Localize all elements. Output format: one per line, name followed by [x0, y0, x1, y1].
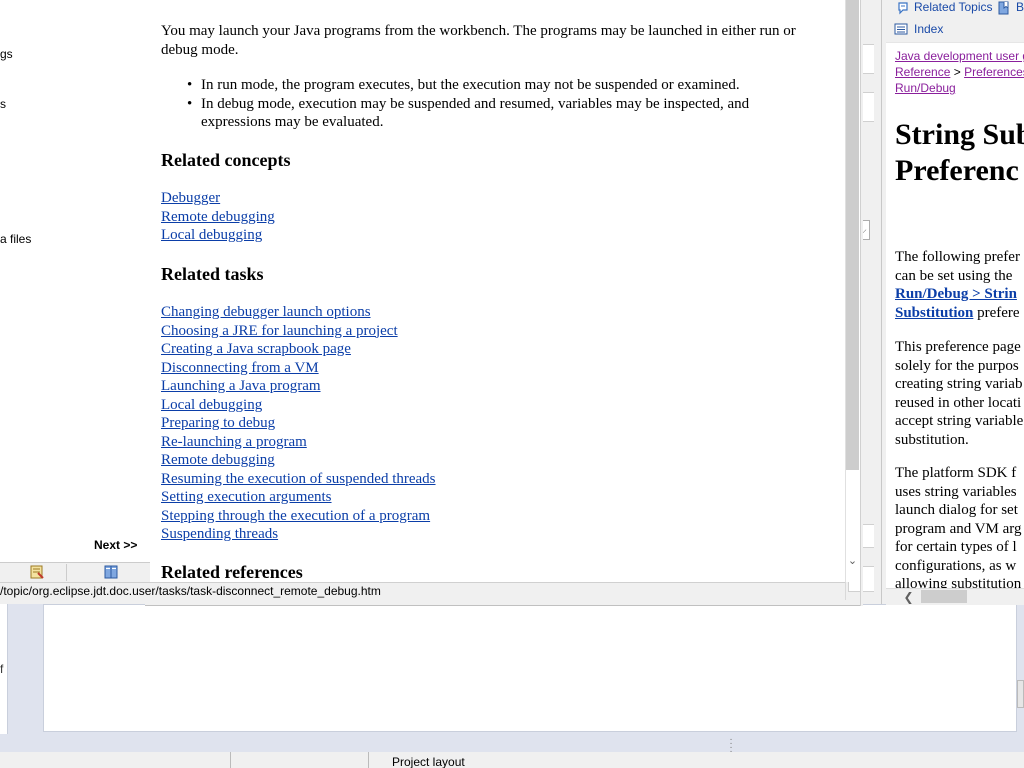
related-references-heading: Related references — [161, 562, 303, 582]
intro-paragraph: You may launch your Java programs from t… — [161, 23, 796, 58]
breadcrumb-link[interactable]: Java development user g — [895, 49, 1024, 63]
scroll-down-icon[interactable]: ⌄ — [845, 551, 860, 569]
window-edge — [860, 0, 863, 606]
paragraph-text: prefere — [977, 304, 1020, 321]
toc-item[interactable]: s — [0, 97, 6, 111]
related-concept-link[interactable]: Remote debugging — [161, 209, 275, 225]
related-task-link[interactable]: Remote debugging — [161, 452, 275, 468]
related-task-link[interactable]: Re-launching a program — [161, 434, 307, 450]
background-status-bar — [0, 752, 1024, 768]
content-scroll-thumb[interactable] — [846, 0, 859, 470]
breadcrumb-link[interactable]: Run/Debug — [895, 81, 956, 95]
breadcrumb-link[interactable]: Reference — [895, 65, 950, 79]
toc-item[interactable]: a files — [0, 232, 31, 246]
toc-item[interactable]: gs — [0, 47, 13, 61]
related-task-link[interactable]: Suspending threads — [161, 526, 278, 542]
paragraph-text: can be set using the — [895, 267, 1013, 284]
related-task-link[interactable]: Changing debugger launch options — [161, 304, 371, 320]
background-editor — [43, 604, 1017, 732]
related-topics-icon[interactable] — [896, 1, 910, 15]
background-separator — [230, 752, 231, 768]
related-task-link[interactable]: Launching a Java program — [161, 378, 321, 394]
related-task-link[interactable]: Preparing to debug — [161, 415, 275, 431]
help-view-hscroll-thumb[interactable] — [921, 590, 967, 603]
list-item: In debug mode, execution may be suspende… — [181, 95, 821, 132]
related-task-link[interactable]: Resuming the execution of suspended thre… — [161, 471, 436, 487]
index-icon[interactable] — [894, 22, 908, 36]
background-scroll-edge — [1017, 680, 1024, 708]
help-content-pane: You may launch your Java programs from t… — [150, 0, 845, 582]
background-label: f — [0, 662, 4, 676]
help-paragraph: The platform SDK f uses string variables… — [895, 465, 1022, 588]
related-task-link[interactable]: Stepping through the execution of a prog… — [161, 508, 430, 524]
related-task-link[interactable]: Disconnecting from a VM — [161, 360, 319, 376]
search-results-icon[interactable] — [28, 564, 46, 580]
breadcrumb-separator: > — [953, 65, 961, 79]
background-separator — [368, 752, 369, 768]
list-item: In run mode, the program executes, but t… — [181, 76, 821, 95]
related-concept-link[interactable]: Debugger — [161, 190, 220, 206]
index-tab[interactable]: Index — [914, 22, 943, 36]
related-tasks-heading: Related tasks — [161, 264, 264, 284]
related-concepts-list: Debugger Remote debugging Local debuggin… — [161, 189, 275, 245]
related-concepts-heading: Related concepts — [161, 150, 291, 170]
breadcrumb: Java development user g Reference > Pref… — [895, 48, 1024, 96]
bookmarks-tab[interactable]: B — [1016, 0, 1024, 14]
toc-pane: gs s a files Next >> — [0, 0, 150, 562]
related-task-link[interactable]: Choosing a JRE for launching a project — [161, 323, 398, 339]
related-topics-tab[interactable]: Related Topics — [914, 0, 993, 14]
breadcrumb-link[interactable]: Preferences — [964, 65, 1024, 79]
help-paragraph: This preference page solely for the purp… — [895, 339, 1024, 448]
page-title: String Substituti Preferenc — [895, 118, 1024, 187]
project-layout-label: Project layout — [392, 755, 465, 768]
related-task-link[interactable]: Local debugging — [161, 397, 262, 413]
related-task-link[interactable]: Creating a Java scrapbook page — [161, 341, 351, 357]
view-sash[interactable] — [881, 0, 884, 608]
help-paragraph: The following prefer can be set using th… — [895, 248, 1024, 322]
window-edge — [145, 600, 860, 606]
scroll-left-icon[interactable]: ❮ — [900, 588, 917, 605]
help-view-content: Java development user g Reference > Pref… — [886, 42, 1024, 588]
toc-toolbar — [0, 562, 150, 582]
related-tasks-list: Changing debugger launch options Choosin… — [161, 303, 436, 544]
related-concept-link[interactable]: Local debugging — [161, 227, 262, 243]
related-task-link[interactable]: Setting execution arguments — [161, 489, 332, 505]
status-url: /topic/org.eclipse.jdt.doc.user/tasks/ta… — [0, 584, 381, 598]
contents-book-icon[interactable] — [102, 564, 120, 580]
bookmarks-icon[interactable] — [997, 1, 1011, 15]
next-link[interactable]: Next >> — [94, 538, 137, 552]
mode-bullet-list: In run mode, the program executes, but t… — [181, 76, 821, 132]
toolbar-separator — [66, 564, 67, 581]
paragraph-text: The following prefer — [895, 249, 1020, 265]
